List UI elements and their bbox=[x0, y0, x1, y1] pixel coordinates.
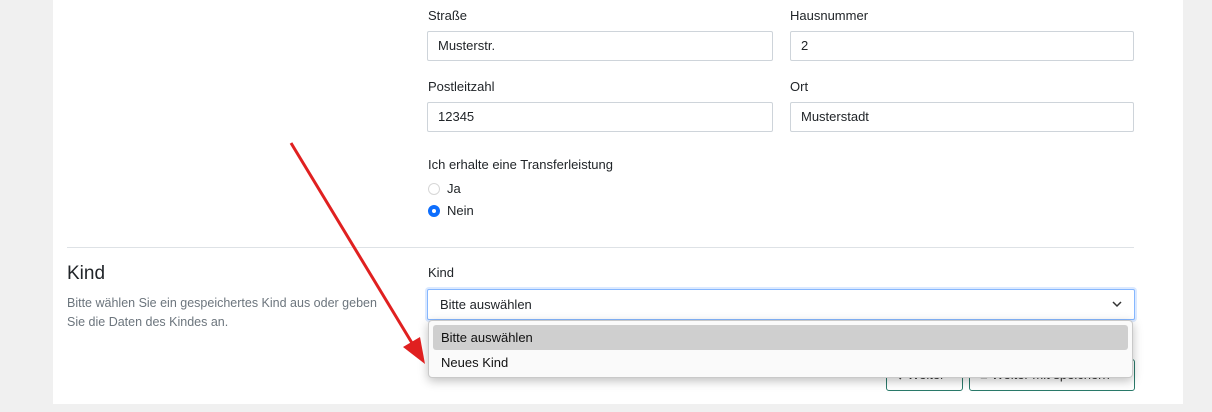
annotation-arrow bbox=[289, 142, 425, 364]
